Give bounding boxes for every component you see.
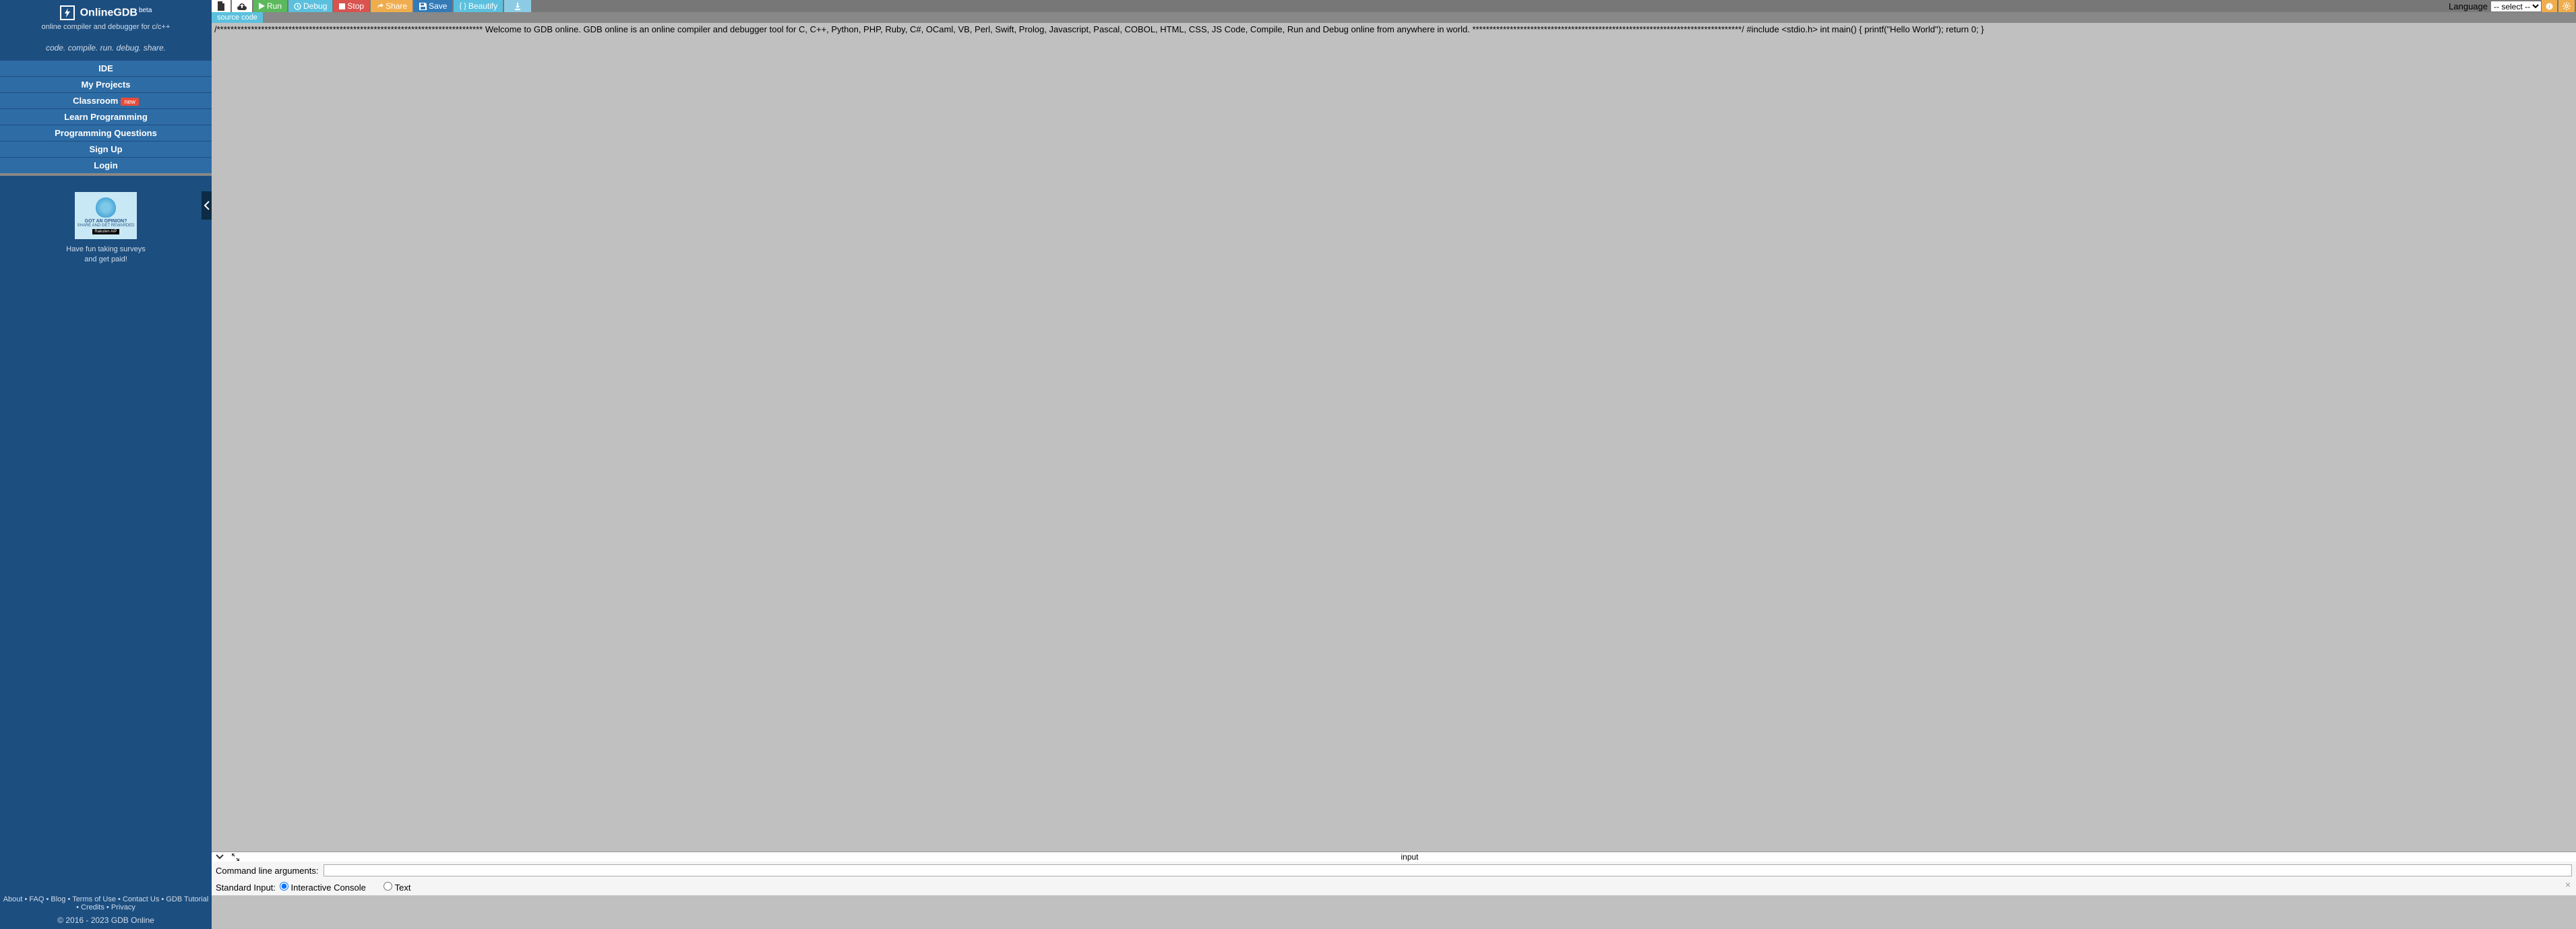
beta-label: beta [139,7,152,14]
panel-title: input [243,852,2576,862]
save-button[interactable]: Save [414,0,452,12]
ad-area[interactable]: GOT AN OPINION? SHARE AND GET REWARDED R… [0,192,212,265]
link-tutorial[interactable]: GDB Tutorial [166,895,208,903]
language-select[interactable]: -- select -- [2490,1,2542,12]
collapse-sidebar-button[interactable] [202,191,212,220]
play-icon [259,3,265,9]
app-title: OnlineGDB [80,7,137,18]
copyright: © 2016 - 2023 GDB Online [0,916,212,929]
stop-label: Stop [347,1,364,11]
ad-brand: Rakuten AIP [92,229,119,234]
stdin-label: Standard Input: [216,883,276,893]
upload-button[interactable] [232,0,252,12]
footer-links: About • FAQ • Blog • Terms of Use • Cont… [0,891,212,916]
new-badge: new [121,98,139,106]
stdin-interactive-radio[interactable] [280,882,288,891]
braces-icon: { } [459,2,466,10]
main-area: Run Debug Stop Share Save { } Beautify L… [212,0,2576,929]
stdin-text-label: Text [395,883,411,893]
info-icon: i [2546,3,2553,10]
cli-args-input[interactable] [324,864,2572,876]
link-contact[interactable]: Contact Us [123,895,159,903]
stdin-interactive-option[interactable]: Interactive Console [280,882,366,893]
tab-source-code[interactable]: source code [212,12,263,23]
run-label: Run [267,1,282,11]
link-about[interactable]: About [3,895,23,903]
save-icon [419,3,427,10]
run-button[interactable]: Run [253,0,287,12]
share-icon [376,3,384,10]
app-subtitle: online compiler and debugger for c/c++ [0,23,212,31]
link-privacy[interactable]: Privacy [111,903,135,911]
stdin-text-option[interactable]: Text [384,882,410,893]
expand-icon [232,854,239,861]
nav-classroom-label: Classroom [73,96,118,106]
nav-divider [0,173,212,176]
cli-args-label: Command line arguments: [216,866,318,876]
nav-login[interactable]: Login [0,157,212,173]
beautify-label: Beautify [468,1,497,11]
tab-bar: source code [212,12,2576,23]
toolbar: Run Debug Stop Share Save { } Beautify L… [212,0,2576,12]
download-button[interactable] [504,0,531,12]
nav-my-projects[interactable]: My Projects [0,76,212,92]
chevron-left-icon [204,201,210,210]
ad-caption: Have fun taking surveys and get paid! [7,245,205,265]
share-label: Share [386,1,407,11]
code-editor[interactable]: /***************************************… [212,23,2576,852]
stdin-interactive-label: Interactive Console [291,883,366,893]
chevron-down-icon [216,854,224,860]
bulb-icon [96,197,116,218]
nav-ide[interactable]: IDE [0,61,212,76]
link-faq[interactable]: FAQ [29,895,44,903]
new-file-button[interactable] [212,0,231,12]
link-blog[interactable]: Blog [51,895,65,903]
save-label: Save [429,1,447,11]
nav-programming-questions[interactable]: Programming Questions [0,125,212,141]
stop-button[interactable]: Stop [334,0,369,12]
logo-area: OnlineGDBbeta online compiler and debugg… [0,0,212,35]
language-label: Language [2446,1,2490,11]
upload-icon [237,2,247,10]
info-button[interactable]: i [2542,0,2557,12]
tagline: code. compile. run. debug. share. [0,35,212,61]
ad-caption-1: Have fun taking surveys [66,245,145,253]
file-icon [217,1,225,11]
ad-image: GOT AN OPINION? SHARE AND GET REWARDED R… [75,192,137,239]
debug-button[interactable]: Debug [288,0,332,12]
gear-icon [2563,2,2571,10]
ad-headline: GOT AN OPINION? [85,219,127,224]
link-terms[interactable]: Terms of Use [72,895,116,903]
share-button[interactable]: Share [371,0,412,12]
stdin-text-radio[interactable] [384,882,392,891]
input-panel-header: input [212,852,2576,862]
debug-label: Debug [303,1,327,11]
ad-subhead: SHARE AND GET REWARDED [77,224,134,228]
download-icon [514,2,522,10]
input-panel: Command line arguments: Standard Input: … [212,862,2576,895]
collapse-panel-button[interactable] [212,854,228,860]
clock-icon [294,3,301,10]
settings-button[interactable] [2558,0,2575,12]
beautify-button[interactable]: { } Beautify [454,0,503,12]
nav-classroom[interactable]: Classroomnew [0,92,212,108]
link-credits[interactable]: Credits [81,903,104,911]
nav-sign-up[interactable]: Sign Up [0,141,212,157]
bottom-gap [212,895,2576,929]
nav-learn-programming[interactable]: Learn Programming [0,108,212,125]
nav: IDE My Projects Classroomnew Learn Progr… [0,61,212,173]
bolt-icon [60,5,75,20]
stop-icon [339,3,345,9]
expand-panel-button[interactable] [228,854,243,861]
ad-caption-2: and get paid! [84,255,127,263]
sidebar: OnlineGDBbeta online compiler and debugg… [0,0,212,929]
close-panel-button[interactable]: × [2565,879,2571,890]
